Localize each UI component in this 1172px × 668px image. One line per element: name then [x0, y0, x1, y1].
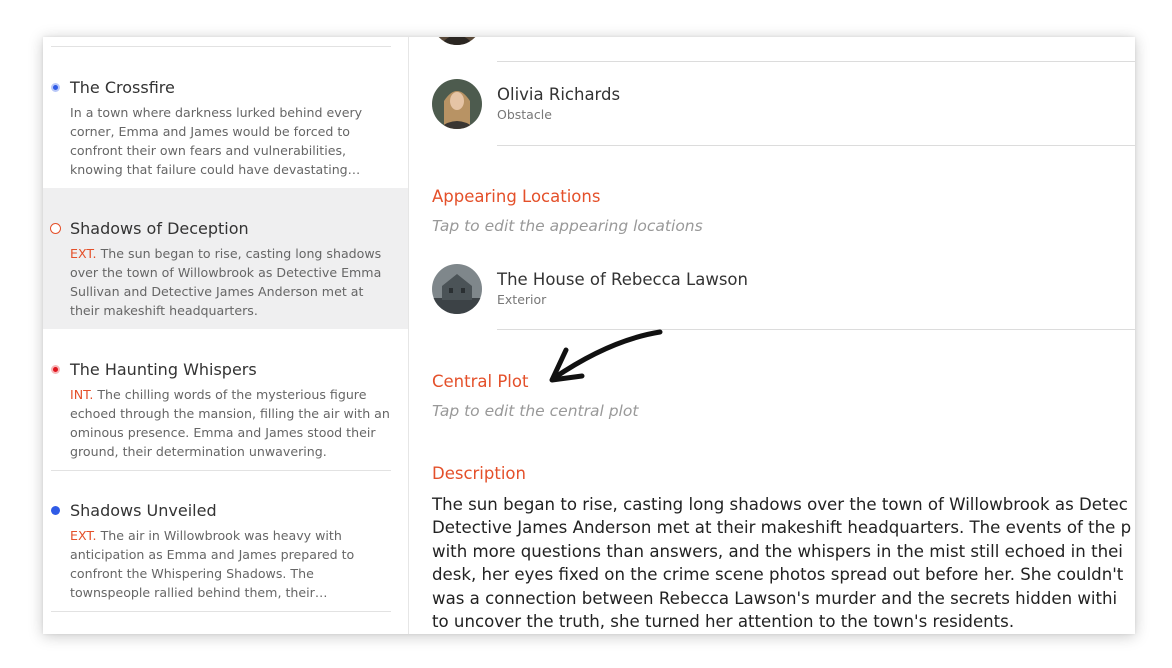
scene-detail: Olivia Richards Obstacle Appearing Locat… — [409, 37, 1135, 634]
scene-status-dot-icon — [51, 83, 60, 92]
scene-title: Shadows Unveiled — [70, 501, 217, 520]
scene-title: The Haunting Whispers — [70, 360, 257, 379]
scene-status-dot-icon — [51, 365, 60, 374]
description-line: Detective James Anderson met at their ma… — [432, 518, 1132, 538]
location-type: Exterior — [497, 292, 547, 307]
scene-item-the-crossfire[interactable]: The Crossfire In a town where darkness l… — [43, 47, 408, 188]
scene-summary-text: The chilling words of the mysterious fig… — [70, 387, 390, 459]
divider — [497, 145, 1135, 146]
divider — [51, 611, 391, 612]
description-line: to uncover the truth, she turned her att… — [432, 612, 1015, 632]
scene-summary: EXT. The air in Willowbrook was heavy wi… — [70, 526, 392, 602]
scene-title: Shadows of Deception — [70, 219, 249, 238]
scene-item-the-haunting-whispers[interactable]: The Haunting Whispers INT. The chilling … — [43, 329, 408, 470]
description-line: was a connection between Rebecca Lawson'… — [432, 588, 1118, 608]
house-icon — [432, 264, 482, 314]
scene-tag: INT. — [70, 387, 94, 402]
scene-status-dot-icon — [50, 223, 61, 234]
character-name: Olivia Richards — [497, 85, 621, 104]
character-avatar[interactable] — [432, 37, 482, 45]
central-plot-edit-hint[interactable]: Tap to edit the central plot — [432, 402, 638, 420]
portrait-icon — [432, 37, 482, 45]
annotation-arrow-icon — [549, 329, 663, 383]
scene-status-dot-icon — [51, 506, 60, 515]
locations-heading: Appearing Locations — [432, 187, 601, 206]
portrait-icon — [432, 79, 482, 129]
location-thumbnail — [432, 264, 482, 314]
central-plot-heading: Central Plot — [432, 372, 529, 391]
scene-summary: EXT. The sun began to rise, casting long… — [70, 244, 392, 320]
scene-item-shadows-of-deception[interactable]: Shadows of Deception EXT. The sun began … — [43, 188, 408, 329]
scene-tag: EXT. — [70, 246, 97, 261]
description-line: with more questions than answers, and th… — [432, 541, 1123, 561]
scene-summary: In a town where darkness lurked behind e… — [70, 103, 392, 179]
scene-summary-text: The air in Willowbrook was heavy with an… — [70, 528, 355, 600]
character-role: Obstacle — [497, 107, 552, 122]
scene-summary-text: The sun began to rise, casting long shad… — [70, 246, 382, 318]
scene-summary: INT. The chilling words of the mysteriou… — [70, 385, 392, 461]
description-line: The sun began to rise, casting long shad… — [432, 495, 1128, 514]
character-avatar — [432, 79, 482, 129]
scene-tag: EXT. — [70, 528, 97, 543]
description-heading: Description — [432, 464, 526, 483]
description-line: desk, her eyes fixed on the crime scene … — [432, 565, 1124, 585]
scene-item-shadows-unveiled[interactable]: Shadows Unveiled EXT. The air in Willowb… — [43, 470, 408, 611]
scene-summary-text: In a town where darkness lurked behind e… — [70, 105, 363, 177]
location-name: The House of Rebecca Lawson — [497, 270, 748, 289]
scene-title: The Crossfire — [70, 78, 175, 97]
scene-list[interactable]: The Crossfire In a town where darkness l… — [43, 37, 409, 634]
description-text[interactable]: The sun began to rise, casting long shad… — [432, 493, 1135, 633]
locations-edit-hint[interactable]: Tap to edit the appearing locations — [432, 217, 703, 235]
divider — [497, 61, 1135, 62]
